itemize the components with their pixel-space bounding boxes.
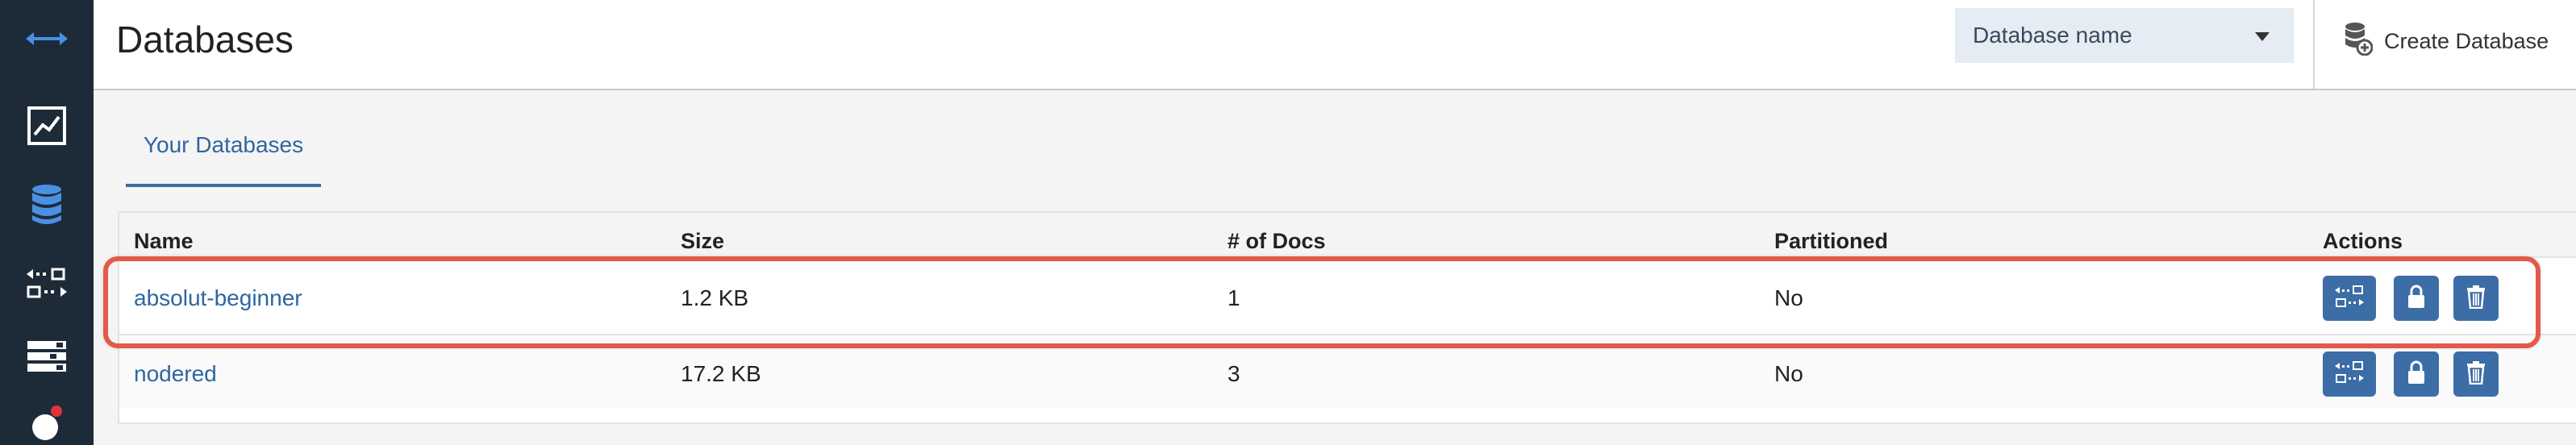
- table-header: Name Size # of Docs Partitioned Actions: [119, 213, 2576, 258]
- delete-button[interactable]: [2453, 276, 2499, 321]
- sidebar-toggle[interactable]: [0, 0, 94, 77]
- database-partitioned: No: [1774, 361, 1803, 386]
- table-row: absolut-beginner 1.2 KB 1 No: [119, 260, 2576, 335]
- column-header-actions: Actions: [2323, 229, 2403, 253]
- permissions-button[interactable]: [2394, 276, 2439, 321]
- replicate-button[interactable]: [2323, 351, 2376, 397]
- table-row: nodered 17.2 KB 3 No: [119, 335, 2576, 408]
- activity-chart-icon: [27, 106, 67, 146]
- create-database-label: Create Database: [2384, 28, 2549, 53]
- replication-icon: [2333, 360, 2366, 389]
- database-partitioned: No: [1774, 285, 1803, 310]
- sidebar: [0, 0, 94, 445]
- trash-icon: [2466, 360, 2486, 389]
- tab-your-databases[interactable]: Your Databases: [126, 113, 321, 187]
- column-header-partitioned[interactable]: Partitioned: [1774, 229, 1888, 254]
- create-database-button[interactable]: Create Database: [2344, 21, 2549, 61]
- page-header: Databases Database name Create Database: [94, 0, 2576, 90]
- header-divider: [2313, 0, 2315, 89]
- databases-table: Name Size # of Docs Partitioned Actions …: [118, 211, 2576, 424]
- database-icon: [31, 183, 63, 227]
- replication-icon: [2333, 285, 2366, 313]
- lock-icon: [2407, 285, 2426, 313]
- config-stack-icon: [26, 339, 68, 373]
- database-size: 17.2 KB: [681, 361, 761, 386]
- database-name-select-value: Database name: [1973, 23, 2132, 48]
- sidebar-item-account[interactable]: [0, 395, 94, 445]
- tab-label: Your Databases: [143, 132, 304, 157]
- column-header-docs[interactable]: # of Docs: [1228, 229, 1326, 254]
- sidebar-item-replication[interactable]: [0, 245, 94, 322]
- lock-icon: [2407, 360, 2426, 389]
- sidebar-item-activity[interactable]: [0, 87, 94, 164]
- replicate-button[interactable]: [2323, 276, 2376, 321]
- sidebar-item-databases[interactable]: [0, 166, 94, 243]
- database-size: 1.2 KB: [681, 285, 749, 310]
- database-name-select[interactable]: Database name: [1955, 8, 2294, 63]
- toggle-arrows-icon: [24, 29, 69, 48]
- database-doc-count: 1: [1228, 285, 1240, 310]
- permissions-button[interactable]: [2394, 351, 2439, 397]
- database-add-icon: [2344, 22, 2374, 61]
- replication-icon: [25, 266, 69, 302]
- column-header-name[interactable]: Name: [134, 229, 194, 254]
- sidebar-item-config[interactable]: [0, 318, 94, 395]
- database-name-link[interactable]: absolut-beginner: [134, 285, 302, 311]
- notification-avatar-icon: [29, 403, 65, 445]
- caret-down-icon: [2255, 32, 2270, 41]
- trash-icon: [2466, 285, 2486, 313]
- column-header-size[interactable]: Size: [681, 229, 724, 254]
- database-doc-count: 3: [1228, 361, 1240, 386]
- page-title: Databases: [116, 19, 294, 60]
- database-name-link[interactable]: nodered: [134, 361, 217, 387]
- delete-button[interactable]: [2453, 351, 2499, 397]
